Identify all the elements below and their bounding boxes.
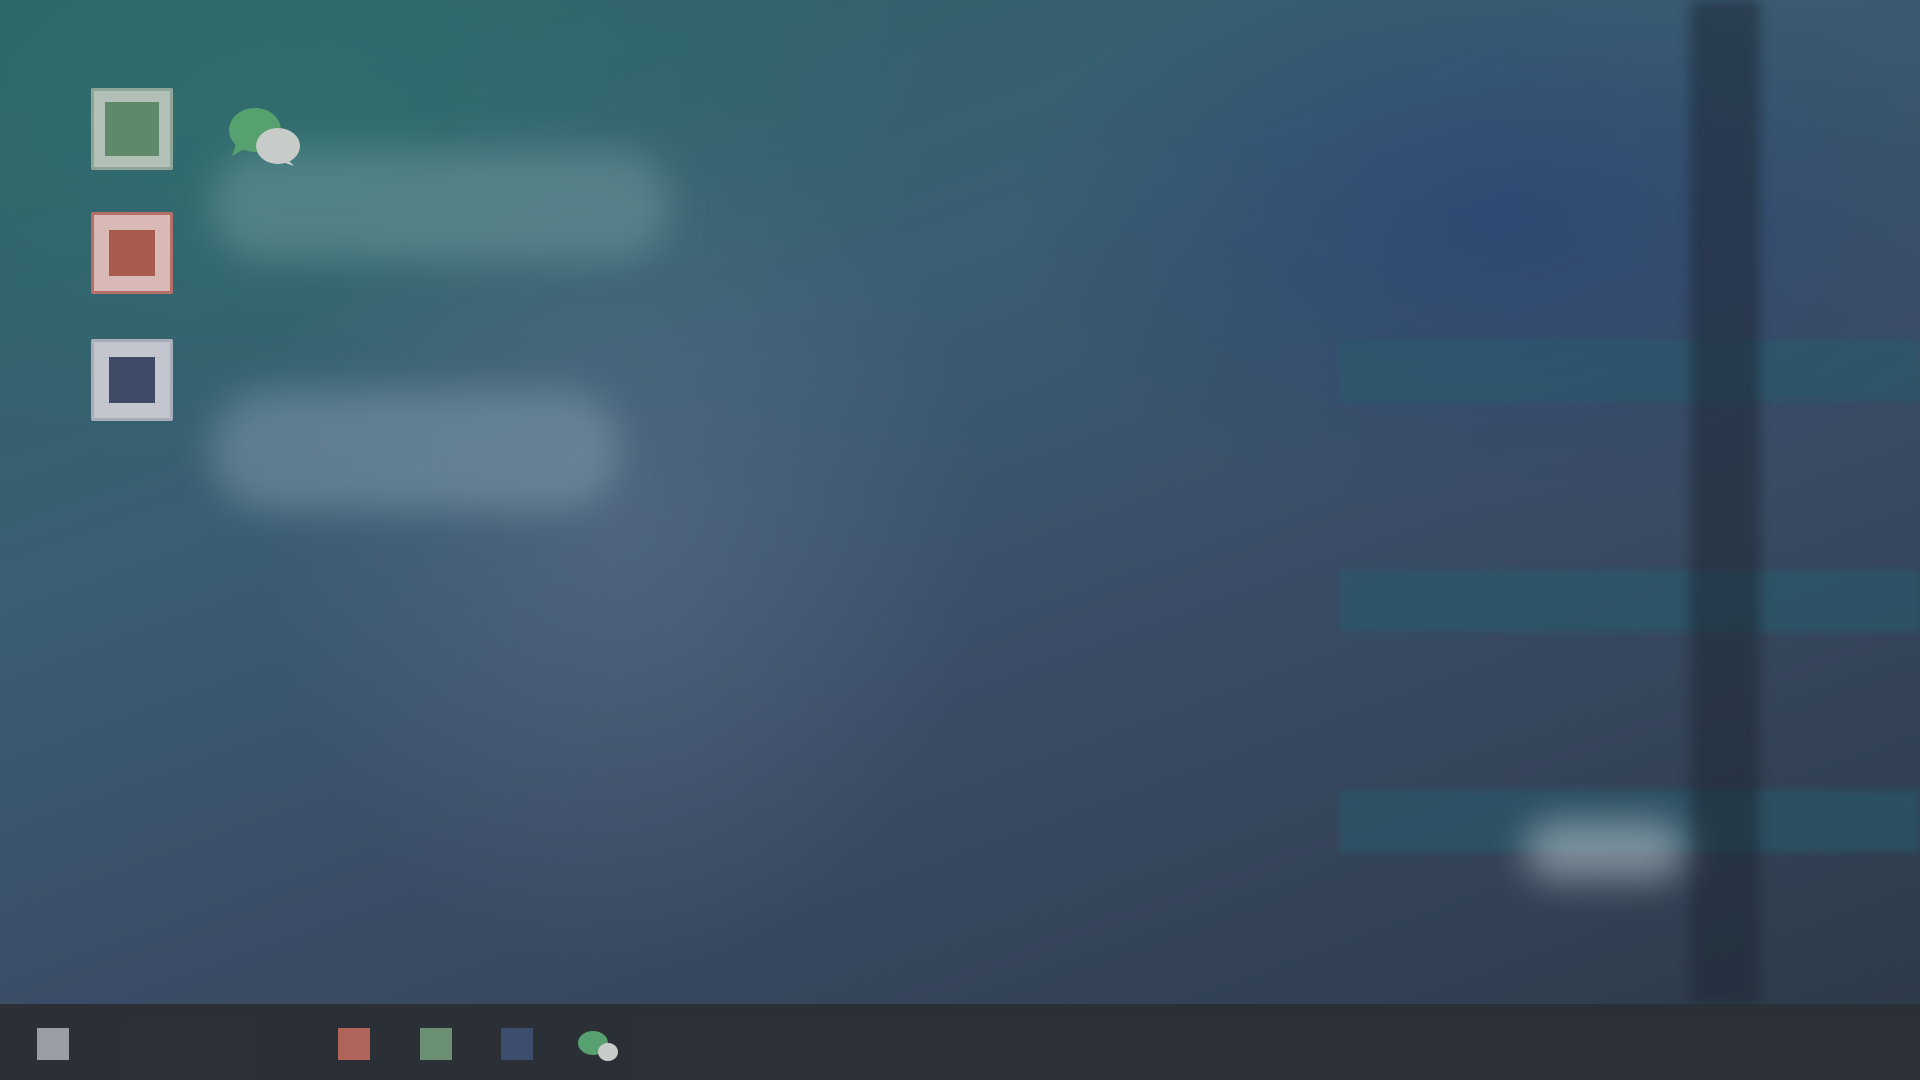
red-app-icon [109,230,155,276]
taskbar-navy-app-icon[interactable] [501,1028,533,1060]
wallpaper-stripe [1340,570,1920,632]
taskbar [0,1004,1920,1080]
wallpaper-stripe [1690,0,1760,1004]
desktop-icon-navy-app[interactable] [91,339,173,421]
wallpaper-stripe [1340,340,1920,402]
wallpaper-highlight [1525,820,1685,880]
taskbar-red-app-icon[interactable] [338,1028,370,1060]
chat-icon [229,108,300,166]
desktop-icon-red-app[interactable] [91,212,173,294]
desktop-icon-chat-app[interactable] [226,106,302,168]
chat-icon [578,1031,618,1061]
taskbar-chat-app-icon[interactable] [576,1030,622,1064]
desktop [0,0,1920,1004]
desktop-icon-green-app[interactable] [91,88,173,170]
taskbar-green-app-icon[interactable] [420,1028,452,1060]
green-app-icon [105,102,159,156]
start-icon[interactable] [37,1028,69,1060]
wallpaper-highlight [210,390,620,510]
navy-app-icon [109,357,155,403]
